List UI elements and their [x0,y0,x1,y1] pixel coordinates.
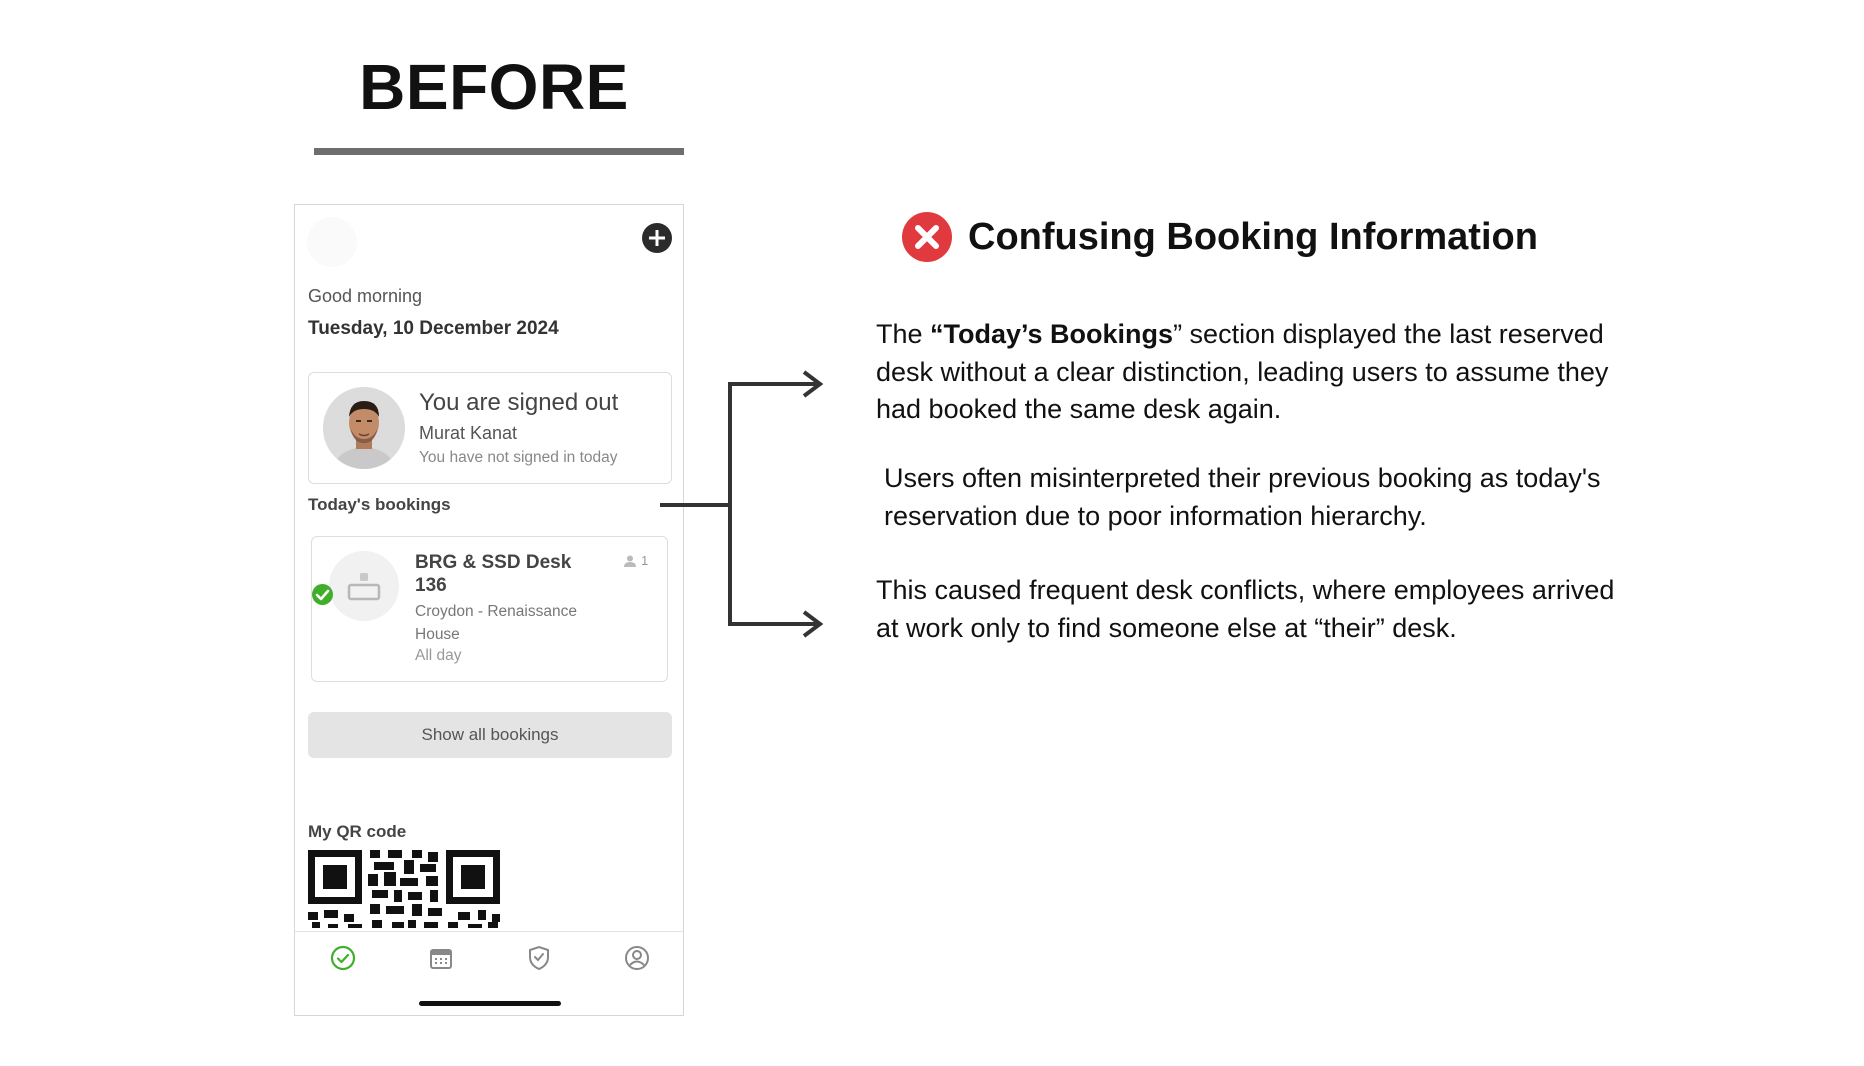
person-icon [624,555,636,567]
sign-in-status-card[interactable]: You are signed out Murat Kanat You have … [308,372,672,484]
status-title: You are signed out [419,389,619,416]
todays-bookings-label: Today's bookings [308,495,451,514]
add-booking-button[interactable] [642,223,672,253]
home-indicator [419,1001,561,1006]
phone-screen: Good morning Tuesday, 10 December 2024 Y… [294,204,684,1016]
greeting-text: Good morning [308,286,423,306]
qr-code-label: My QR code [308,822,407,841]
qr-code[interactable] [308,850,500,928]
confirmed-check-icon [312,584,333,605]
calendar-icon [430,949,452,969]
paragraph-1: The “Today’s Bookings” section displayed… [876,316,1636,429]
desk-icon [347,573,381,601]
plus-icon [649,230,665,246]
user-photo [323,387,405,469]
booking-card[interactable]: BRG & SSD Desk 136 Croydon - Renaissance… [311,536,668,682]
desk-name: BRG & SSD Desk 136 [415,552,572,596]
attendee-count: 1 [623,553,648,568]
tab-home[interactable] [329,944,357,972]
tab-profile[interactable] [623,944,651,972]
status-subtitle: You have not signed in today [419,449,618,466]
desk-avatar [329,551,399,621]
show-all-bookings-button[interactable]: Show all bookings [308,712,672,758]
profile-avatar-placeholder[interactable] [307,217,357,267]
user-name: Murat Kanat [419,423,518,443]
tab-security[interactable] [525,944,553,972]
attendee-count-value: 1 [641,553,649,568]
shield-icon [529,945,549,971]
booking-time: All day [415,647,462,664]
issue-header: Confusing Booking Information [902,212,1538,262]
paragraph-1-lead: The [876,319,931,349]
desk-location: Croydon - Renaissance House [415,603,577,643]
check-circle-icon [330,945,356,971]
current-date: Tuesday, 10 December 2024 [308,318,559,339]
user-icon [625,946,649,970]
paragraph-2: Users often misinterpreted their previou… [884,463,1601,531]
heading-underline [314,148,684,155]
error-x-icon [902,212,952,262]
paragraph-3: This caused frequent desk conflicts, whe… [876,575,1615,643]
before-heading: BEFORE [359,51,629,123]
tab-calendar[interactable] [427,944,455,972]
todays-bookings-emphasis: “Today’s Bookings [930,319,1174,349]
bracket-arrows [660,370,824,638]
issue-title: Confusing Booking Information [968,215,1538,258]
